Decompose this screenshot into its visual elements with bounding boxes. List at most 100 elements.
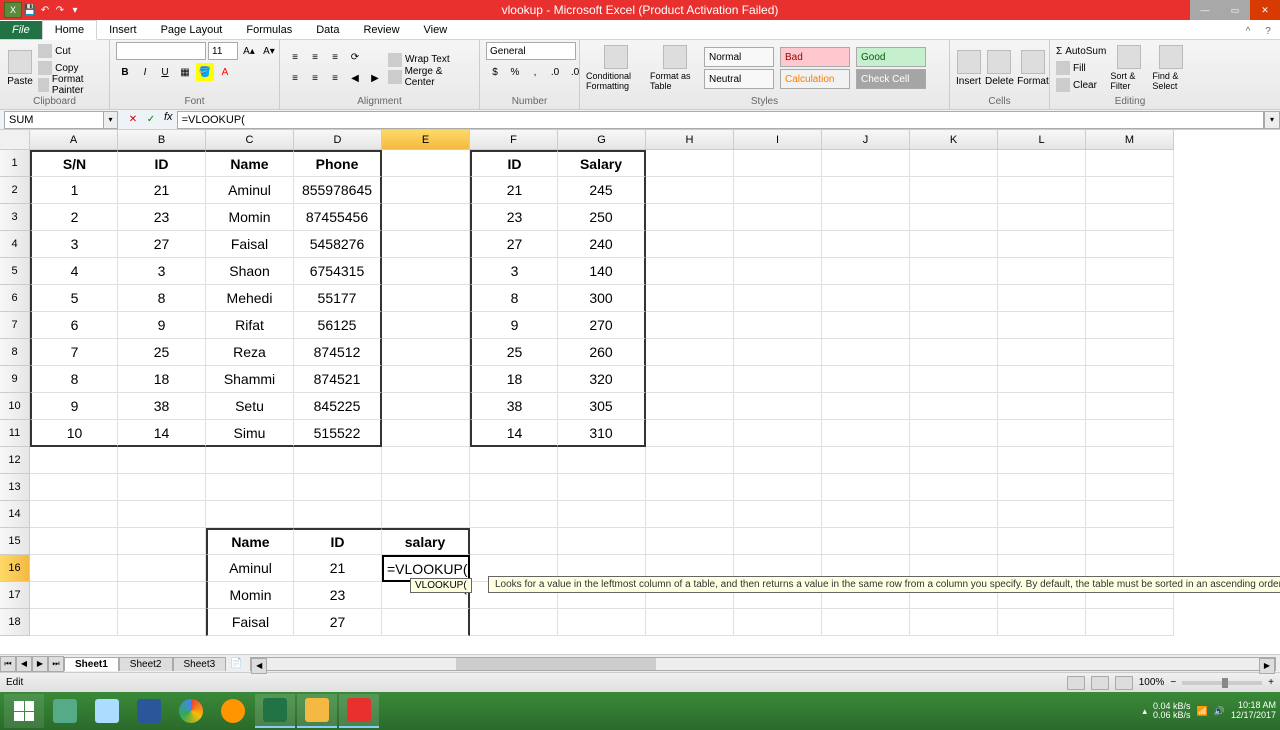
fill-button[interactable]: Fill: [1056, 60, 1106, 76]
cell-G15[interactable]: [558, 528, 646, 555]
align-middle-icon[interactable]: ≡: [306, 49, 324, 67]
font-color-button[interactable]: A: [216, 63, 234, 81]
cell-K14[interactable]: [910, 501, 998, 528]
cell-F2[interactable]: 21: [470, 177, 558, 204]
font-size-input[interactable]: [208, 42, 238, 60]
style-calculation[interactable]: Calculation: [780, 69, 850, 89]
style-bad[interactable]: Bad: [780, 47, 850, 67]
save-icon[interactable]: 💾: [23, 3, 37, 17]
cell-G14[interactable]: [558, 501, 646, 528]
name-box[interactable]: SUM: [4, 111, 104, 129]
cell-K4[interactable]: [910, 231, 998, 258]
cell-L11[interactable]: [998, 420, 1086, 447]
cell-I5[interactable]: [734, 258, 822, 285]
cell-C12[interactable]: [206, 447, 294, 474]
cell-H4[interactable]: [646, 231, 734, 258]
cell-M9[interactable]: [1086, 366, 1174, 393]
cell-M13[interactable]: [1086, 474, 1174, 501]
cell-C15[interactable]: Name: [206, 528, 294, 555]
cell-K15[interactable]: [910, 528, 998, 555]
currency-icon[interactable]: $: [486, 63, 504, 81]
font-name-input[interactable]: [116, 42, 206, 60]
border-button[interactable]: ▦: [176, 63, 194, 81]
cell-C7[interactable]: Rifat: [206, 312, 294, 339]
enter-formula-button[interactable]: ✓: [142, 111, 160, 129]
cell-B10[interactable]: 38: [118, 393, 206, 420]
cell-A11[interactable]: 10: [30, 420, 118, 447]
cell-D4[interactable]: 5458276: [294, 231, 382, 258]
cell-L8[interactable]: [998, 339, 1086, 366]
cell-H1[interactable]: [646, 150, 734, 177]
cell-E5[interactable]: [382, 258, 470, 285]
delete-cells-button[interactable]: Delete: [985, 42, 1014, 94]
cell-B4[interactable]: 27: [118, 231, 206, 258]
format-cells-button[interactable]: Format: [1018, 42, 1048, 94]
cell-E3[interactable]: [382, 204, 470, 231]
cell-D2[interactable]: 855978645: [294, 177, 382, 204]
percent-icon[interactable]: %: [506, 63, 524, 81]
cell-J15[interactable]: [822, 528, 910, 555]
row-header-18[interactable]: 18: [0, 609, 30, 636]
normal-view-icon[interactable]: [1067, 676, 1085, 690]
cell-G5[interactable]: 140: [558, 258, 646, 285]
cell-C8[interactable]: Reza: [206, 339, 294, 366]
cell-H14[interactable]: [646, 501, 734, 528]
taskbar-app-7[interactable]: [297, 694, 337, 728]
cell-C10[interactable]: Setu: [206, 393, 294, 420]
cell-J9[interactable]: [822, 366, 910, 393]
cell-C4[interactable]: Faisal: [206, 231, 294, 258]
cell-A6[interactable]: 5: [30, 285, 118, 312]
tab-formulas[interactable]: Formulas: [234, 21, 304, 39]
sheet-tab-3[interactable]: Sheet3: [173, 657, 227, 671]
sheet-tab-2[interactable]: Sheet2: [119, 657, 173, 671]
cell-H12[interactable]: [646, 447, 734, 474]
row-header-5[interactable]: 5: [0, 258, 30, 285]
cell-M11[interactable]: [1086, 420, 1174, 447]
cell-J8[interactable]: [822, 339, 910, 366]
taskbar-app-1[interactable]: [45, 694, 85, 728]
cell-J11[interactable]: [822, 420, 910, 447]
cell-F5[interactable]: 3: [470, 258, 558, 285]
cell-E6[interactable]: [382, 285, 470, 312]
cell-I1[interactable]: [734, 150, 822, 177]
row-header-7[interactable]: 7: [0, 312, 30, 339]
cell-K3[interactable]: [910, 204, 998, 231]
cell-B3[interactable]: 23: [118, 204, 206, 231]
page-layout-view-icon[interactable]: [1091, 676, 1109, 690]
cell-A5[interactable]: 4: [30, 258, 118, 285]
style-good[interactable]: Good: [856, 47, 926, 67]
cell-F15[interactable]: [470, 528, 558, 555]
paste-button[interactable]: Paste: [6, 42, 34, 94]
cell-G18[interactable]: [558, 609, 646, 636]
cell-I2[interactable]: [734, 177, 822, 204]
row-header-2[interactable]: 2: [0, 177, 30, 204]
cell-L2[interactable]: [998, 177, 1086, 204]
sheet-nav-prev-icon[interactable]: ◀: [16, 656, 32, 672]
cell-M6[interactable]: [1086, 285, 1174, 312]
column-header-A[interactable]: A: [30, 130, 118, 150]
cell-I3[interactable]: [734, 204, 822, 231]
cell-E4[interactable]: [382, 231, 470, 258]
column-header-J[interactable]: J: [822, 130, 910, 150]
start-button[interactable]: [4, 694, 44, 728]
cancel-formula-button[interactable]: ✕: [124, 111, 142, 129]
cell-J14[interactable]: [822, 501, 910, 528]
cell-K9[interactable]: [910, 366, 998, 393]
cell-L3[interactable]: [998, 204, 1086, 231]
cell-L18[interactable]: [998, 609, 1086, 636]
cell-F7[interactable]: 9: [470, 312, 558, 339]
redo-icon[interactable]: ↷: [53, 3, 67, 17]
cell-G8[interactable]: 260: [558, 339, 646, 366]
cell-F13[interactable]: [470, 474, 558, 501]
cell-B7[interactable]: 9: [118, 312, 206, 339]
cell-B8[interactable]: 25: [118, 339, 206, 366]
cell-I10[interactable]: [734, 393, 822, 420]
cell-I11[interactable]: [734, 420, 822, 447]
sheet-nav-last-icon[interactable]: ⏭: [48, 656, 64, 672]
cell-E8[interactable]: [382, 339, 470, 366]
cell-I12[interactable]: [734, 447, 822, 474]
cell-C18[interactable]: Faisal: [206, 609, 294, 636]
qat-dropdown-icon[interactable]: ▾: [68, 3, 82, 17]
cell-B18[interactable]: [118, 609, 206, 636]
cell-H5[interactable]: [646, 258, 734, 285]
